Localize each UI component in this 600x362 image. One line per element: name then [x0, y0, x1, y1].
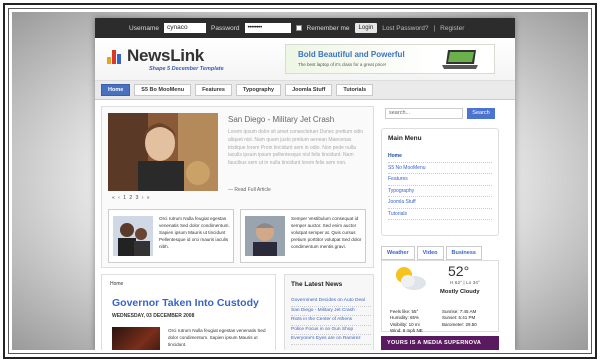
latest-news-item[interactable]: San Diego - Military Jet Crash [291, 307, 371, 316]
nav-tab-features[interactable]: Features [195, 84, 232, 96]
search-input[interactable]: search... [385, 108, 463, 119]
search-button[interactable]: Search [467, 108, 495, 119]
remember-label: Remember me [306, 24, 350, 32]
password-label: Password [210, 24, 240, 32]
page-background: Username cynaco Password •••••••• Rememb… [12, 12, 588, 350]
nav-tab-joomla[interactable]: Joomla Stuff [285, 84, 333, 96]
mini-photo-left [113, 216, 153, 256]
nav-tab-tutorials[interactable]: Tutorials [336, 84, 374, 96]
logo-bars-icon [107, 50, 123, 64]
article-text: Orci rutrum Nulla feugiat egestas venena… [168, 328, 266, 347]
main-article: Home Governor Taken Into Custody WEDNESD… [101, 274, 276, 350]
nav-tab-moomenu[interactable]: S5 Bo MooMenu [134, 84, 192, 96]
promo-banner[interactable]: YOURS IS A MEDIA SUPERNOVA [381, 336, 499, 350]
article-photo [112, 327, 160, 350]
login-button[interactable]: Login [354, 23, 378, 33]
weather-stat: Wind: 8 mph NE [390, 328, 423, 334]
username-input[interactable]: cynaco [163, 23, 206, 33]
slide-pager[interactable]: « ‹ 1 2 3 › » [112, 195, 151, 201]
weather-widget: 52° H 62° | Lo 34° Mostly Cloudy Feels l… [381, 260, 499, 335]
menu-item-home[interactable]: Home [388, 151, 492, 163]
password-input[interactable]: •••••••• [244, 23, 291, 33]
weather-stats: Feels like: 55° Sunrise: 7:45 AM Humidit… [390, 309, 494, 335]
article-date: WEDNESDAY, 03 DECEMBER 2008 [112, 313, 195, 319]
weather-temperature: 52° [448, 263, 470, 279]
username-label: Username [129, 24, 159, 32]
feature-photo[interactable] [108, 113, 218, 191]
website-preview: Username cynaco Password •••••••• Rememb… [95, 18, 515, 350]
site-header: NewsLink Shape 5 December Template Bold … [95, 38, 515, 80]
remember-checkbox[interactable] [295, 25, 302, 31]
mini-text-right: Semper Vestibulum consequat id semper au… [291, 216, 362, 249]
mini-photo-right [245, 216, 285, 256]
mini-story-left[interactable]: Orci rutrum Nulla feugiat egestas venena… [108, 209, 234, 263]
tab-video[interactable]: Video [416, 246, 444, 260]
register-link[interactable]: Register [440, 25, 464, 32]
menu-item-typography[interactable]: Typography [388, 186, 492, 197]
breadcrumb[interactable]: Home [110, 281, 123, 287]
feature-text: Lorem ipsum dolor sit amet consectetuer … [228, 129, 364, 167]
latest-news-title: The Latest News [291, 281, 343, 288]
link-separator: | [433, 24, 436, 32]
cloud-sun-icon [396, 267, 426, 290]
weather-high-low: H 62° | Lo 34° [450, 281, 480, 286]
site-logo[interactable]: NewsLink [127, 46, 204, 66]
latest-news-box: The Latest News Government Decides on Au… [284, 274, 374, 350]
mini-text-left: Orci rutrum Nulla feugiat egestas venena… [159, 216, 230, 249]
nav-tab-typography[interactable]: Typography [236, 84, 282, 96]
feature-slideshow: San Diego - Military Jet Crash Lorem ips… [101, 106, 374, 268]
lost-password-link[interactable]: Lost Password? [382, 25, 428, 32]
tab-business[interactable]: Business [445, 246, 482, 260]
latest-news-item[interactable]: Riots in the Center of Athens [291, 316, 371, 326]
ad-subtitle: The best laptop of it's class for a grea… [298, 62, 387, 67]
latest-news-item[interactable]: Government Decides on Auto Deal [291, 297, 371, 307]
latest-news-item[interactable]: Police Focus in on Gun Shop [291, 326, 371, 335]
nav-tab-home[interactable]: Home [101, 84, 131, 96]
main-menu-box: Main Menu Home S5 No MooMenu Features Ty… [381, 128, 499, 236]
latest-news-item[interactable]: Everyone's Eyes are on Ramirez [291, 335, 371, 345]
weather-tabs: Weather Video Business [381, 246, 482, 260]
menu-item-joomla[interactable]: Joomla Stuff [388, 197, 492, 209]
header-ad-banner[interactable]: Bold Beautiful and Powerful The best lap… [285, 44, 495, 74]
menu-item-moomenu[interactable]: S5 No MooMenu [388, 163, 492, 174]
feature-title[interactable]: San Diego - Military Jet Crash [228, 115, 334, 124]
login-bar: Username cynaco Password •••••••• Rememb… [95, 18, 515, 38]
article-title[interactable]: Governor Taken Into Custody [112, 297, 259, 309]
ad-title: Bold Beautiful and Powerful [298, 50, 405, 59]
weather-condition: Mostly Cloudy [440, 289, 480, 295]
weather-stat: Barometer: 29.50 [442, 321, 477, 327]
mini-story-right[interactable]: Semper Vestibulum consequat id semper au… [240, 209, 366, 263]
main-menu-title: Main Menu [388, 135, 422, 142]
read-more-link[interactable]: — Read Full Article [228, 187, 271, 193]
main-navigation: Home S5 Bo MooMenu Features Typography J… [95, 80, 515, 100]
laptop-icon [442, 50, 478, 69]
site-tagline: Shape 5 December Template [149, 66, 224, 72]
tab-weather[interactable]: Weather [381, 246, 415, 260]
menu-item-tutorials[interactable]: Tutorials [388, 209, 492, 220]
menu-item-features[interactable]: Features [388, 174, 492, 186]
